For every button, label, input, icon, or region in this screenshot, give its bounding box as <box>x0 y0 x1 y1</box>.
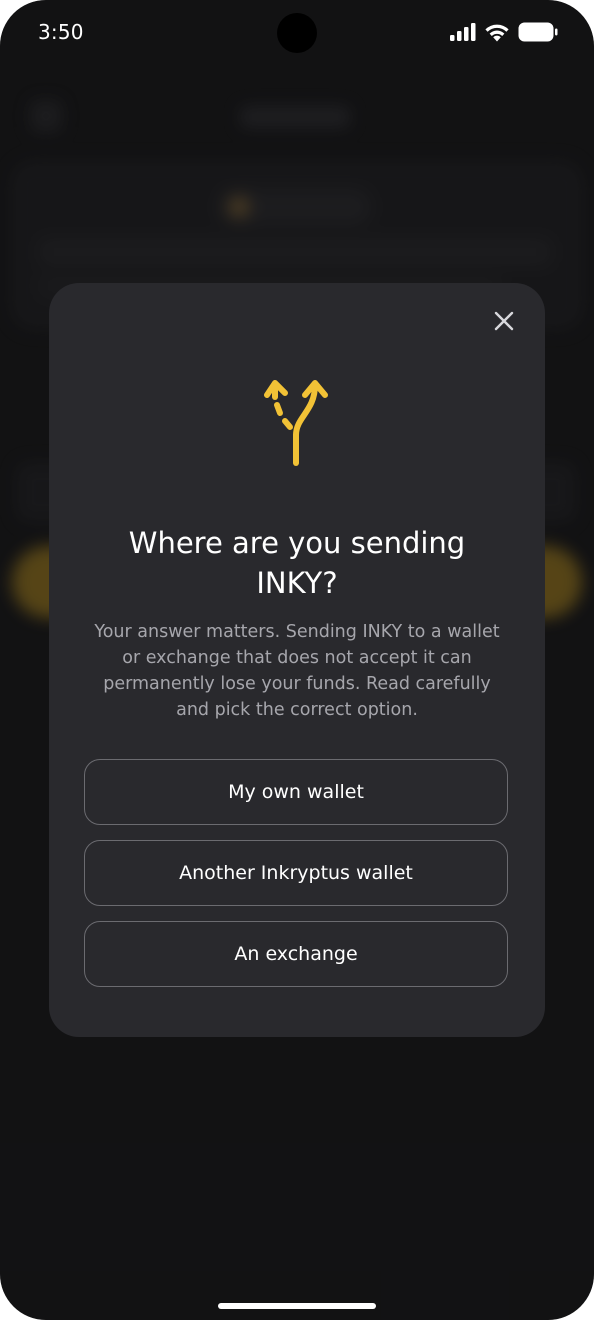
send-destination-modal: Where are you sending INKY? Your answer … <box>49 283 545 1037</box>
close-icon <box>494 311 514 335</box>
another-inkryptus-wallet-button[interactable]: Another Inkryptus wallet <box>84 840 508 906</box>
battery-icon <box>518 22 558 42</box>
modal-title: Where are you sending INKY? <box>128 526 466 600</box>
cellular-signal-icon <box>450 23 476 41</box>
modal-description: Your answer matters. Sending INKY to a w… <box>94 622 500 720</box>
status-time: 3:50 <box>38 20 84 44</box>
close-button[interactable] <box>489 308 519 338</box>
exchange-button[interactable]: An exchange <box>84 921 508 987</box>
split-arrows-icon <box>257 375 337 469</box>
wifi-icon <box>484 23 510 42</box>
status-icons <box>450 22 558 42</box>
front-camera <box>277 13 317 53</box>
phone-screen: 3:50 Where are you sending INKY? Your an… <box>0 0 594 1320</box>
my-own-wallet-button[interactable]: My own wallet <box>84 759 508 825</box>
home-indicator[interactable] <box>218 1303 376 1309</box>
